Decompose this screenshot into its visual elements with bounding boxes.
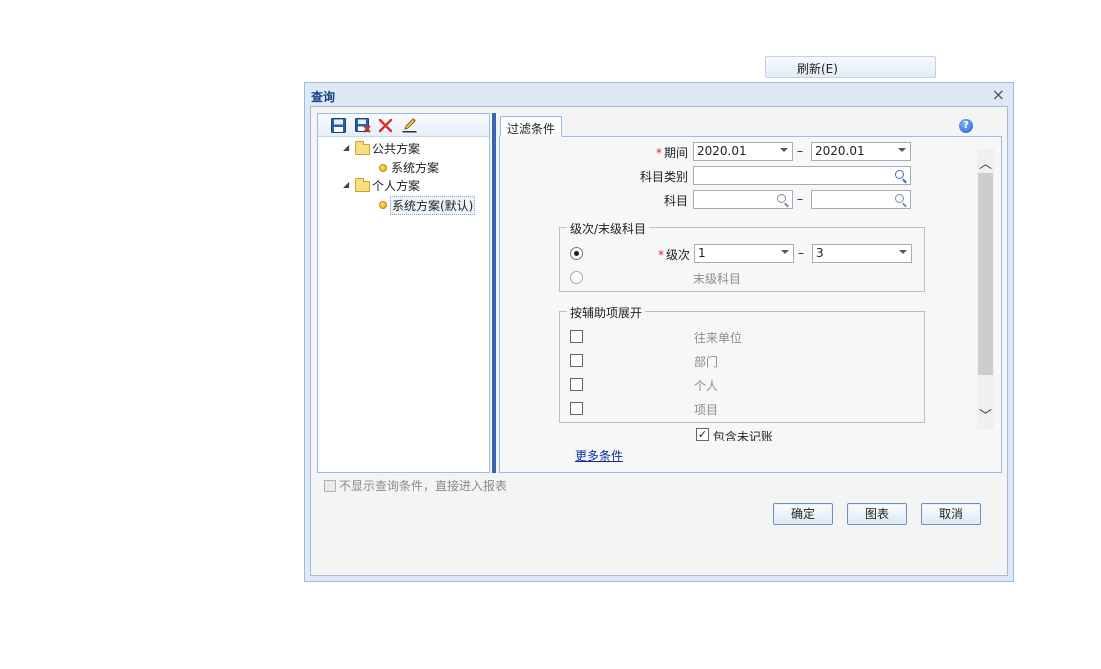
aux-checkbox-partner[interactable] xyxy=(570,330,583,343)
scroll-thumb[interactable] xyxy=(978,173,993,375)
scroll-up-icon[interactable]: ︿ xyxy=(979,153,992,172)
dialog-title: 查询 xyxy=(311,90,336,104)
panel-splitter[interactable] xyxy=(492,113,496,473)
level-label: * 级次 xyxy=(657,248,690,262)
include-unposted-checkbox[interactable]: ✓ xyxy=(696,428,709,441)
aux-checkbox-person[interactable] xyxy=(570,378,583,391)
ok-button[interactable]: 确定 xyxy=(773,503,833,525)
search-icon[interactable] xyxy=(895,170,904,179)
range-dash: – xyxy=(798,246,804,260)
range-dash: – xyxy=(797,144,803,158)
search-icon[interactable] xyxy=(777,194,786,203)
level-from-select[interactable]: 1 xyxy=(694,244,794,263)
chevron-down-icon xyxy=(898,148,906,152)
refresh-button[interactable]: 刷新(E) xyxy=(765,56,936,78)
scroll-down-icon[interactable]: ﹀ xyxy=(979,405,992,424)
scheme-dot-icon xyxy=(379,201,387,209)
scheme-dot-icon xyxy=(379,164,387,172)
subject-from-input[interactable] xyxy=(693,190,793,209)
leaf-subject-label: 末级科目 xyxy=(693,272,742,286)
level-group: 级次/末级科目 * 级次 1 – 3 末级科目 xyxy=(559,220,925,292)
close-icon[interactable]: × xyxy=(992,85,1005,104)
no-show-conditions-label: 不显示查询条件，直接进入报表 xyxy=(339,479,508,493)
no-show-conditions-option[interactable]: 不显示查询条件，直接进入报表 xyxy=(324,477,507,494)
tree-node-system-default[interactable]: 系统方案(默认) xyxy=(390,196,476,215)
folder-icon xyxy=(355,178,370,192)
aux-label-department: 部门 xyxy=(694,355,719,369)
period-label: * 期间 xyxy=(655,146,688,160)
expand-arrow-icon[interactable]: ◢ xyxy=(343,180,349,189)
dialog-body: ◢ 公共方案 系统方案 ◢ 个人方案 系统方案(默认) 过滤条件 ? * 期间 2… xyxy=(310,106,1008,576)
level-radio[interactable] xyxy=(570,247,583,260)
aux-checkbox-project[interactable] xyxy=(570,402,583,415)
aux-checkbox-department[interactable] xyxy=(570,354,583,367)
expand-arrow-icon[interactable]: ◢ xyxy=(343,143,349,152)
tree-toolbar xyxy=(318,114,489,137)
period-to-select[interactable]: 2020.01 xyxy=(811,142,911,161)
search-icon[interactable] xyxy=(895,194,904,203)
edit-icon[interactable] xyxy=(401,117,418,134)
leaf-subject-radio[interactable] xyxy=(570,271,583,284)
aux-label-person: 个人 xyxy=(694,379,719,393)
query-dialog: 查询 × ◢ 公共方案 系统方案 ◢ 个人方案 系统方案(默认) 过滤条件 ? … xyxy=(304,82,1014,582)
subject-type-label: 科目类别 xyxy=(639,170,688,184)
chevron-down-icon xyxy=(899,250,907,254)
filter-panel: * 期间 2020.01 – 2020.01 科目类别 科目 – 级次/末级科目… xyxy=(499,136,1002,473)
aux-expand-group: 按辅助项展开 往来单位 部门 个人 项目 xyxy=(559,304,925,423)
chevron-down-icon xyxy=(780,148,788,152)
aux-label-project: 项目 xyxy=(694,403,719,417)
more-conditions-link[interactable]: 更多条件 xyxy=(575,447,623,464)
tab-filter-conditions[interactable]: 过滤条件 xyxy=(500,116,562,137)
folder-icon xyxy=(355,141,370,155)
help-icon[interactable]: ? xyxy=(959,119,973,133)
refresh-button-label: 刷新(E) xyxy=(797,62,838,76)
cancel-button[interactable]: 取消 xyxy=(921,503,981,525)
subject-type-input[interactable] xyxy=(693,166,911,185)
tree-node-public[interactable]: 公共方案 xyxy=(372,140,420,157)
chevron-down-icon xyxy=(781,250,789,254)
required-mark: * xyxy=(655,146,662,160)
save-icon[interactable] xyxy=(330,117,347,134)
level-to-select[interactable]: 3 xyxy=(812,244,912,263)
tree-node-personal[interactable]: 个人方案 xyxy=(372,177,420,194)
delete-icon[interactable] xyxy=(377,117,394,134)
period-from-select[interactable]: 2020.01 xyxy=(693,142,793,161)
level-group-title: 级次/末级科目 xyxy=(567,220,650,237)
save-as-icon[interactable] xyxy=(354,117,371,134)
no-show-conditions-checkbox[interactable] xyxy=(324,480,336,492)
range-dash: – xyxy=(797,192,803,206)
scheme-tree-panel: ◢ 公共方案 系统方案 ◢ 个人方案 系统方案(默认) xyxy=(317,113,490,473)
tree-node-system[interactable]: 系统方案 xyxy=(391,159,439,176)
subject-to-input[interactable] xyxy=(811,190,911,209)
aux-group-title: 按辅助项展开 xyxy=(567,304,646,321)
aux-label-partner: 往来单位 xyxy=(694,331,743,345)
filter-scrollbar[interactable]: ︿ ﹀ xyxy=(977,149,994,429)
include-unposted-label: 包含未记账 xyxy=(712,430,773,441)
chart-button[interactable]: 图表 xyxy=(847,503,907,525)
subject-label: 科目 xyxy=(663,194,688,208)
include-unposted-row: ✓ 包含未记账 xyxy=(696,428,773,441)
